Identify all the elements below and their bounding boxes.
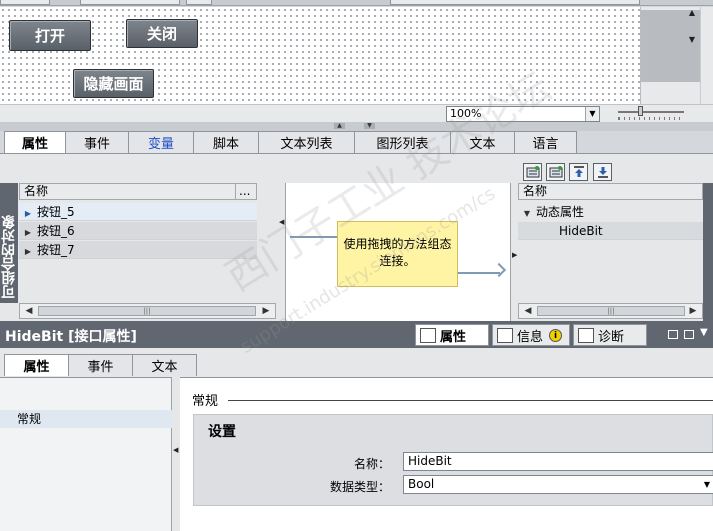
tree-item-dynamic-properties[interactable]: ▼ 动态属性 xyxy=(518,203,703,221)
scroll-right-icon[interactable]: ▶ xyxy=(259,305,273,317)
tab-scripts[interactable]: 脚本 xyxy=(193,131,259,153)
collapse-up-icon[interactable]: ▲ xyxy=(334,123,345,129)
inspector-title: HideBit [接口属性] xyxy=(5,329,137,345)
inspector-nav: 常规 xyxy=(0,377,172,531)
right-grid-header[interactable]: 名称 xyxy=(518,183,703,200)
info-badge-icon: i xyxy=(549,328,563,342)
list-item[interactable]: ▶ 按钮_7 xyxy=(19,241,257,259)
tab-inspector-properties[interactable]: 属性 xyxy=(415,324,489,346)
toolbar-button[interactable] xyxy=(0,0,50,5)
zoom-row: 100% ▼ xyxy=(0,104,713,122)
properties-icon xyxy=(420,327,436,343)
tab-inspector-diagnostics[interactable]: 诊断 xyxy=(573,324,647,346)
tree-item-hidebit[interactable]: HideBit xyxy=(518,222,703,240)
tab-texts[interactable]: 文本 xyxy=(450,131,515,153)
scroll-thumb[interactable]: ||| xyxy=(38,306,256,316)
collapse-icon[interactable]: ▼ xyxy=(518,205,536,223)
zoom-value: 100% xyxy=(450,107,482,120)
hide-screen-button[interactable]: 隐藏画面 xyxy=(73,69,154,98)
settings-group: 设置 名称： HideBit 数据类型： Bool ▼ xyxy=(193,414,713,506)
canvas-vertical-scrollbar[interactable]: ▲ ▼ xyxy=(640,7,701,104)
tab-tags[interactable]: 变量 xyxy=(128,131,194,153)
info-tab-icon xyxy=(497,327,513,343)
nav-item-general[interactable]: 常规 xyxy=(0,410,172,428)
pane-arrow-icon[interactable]: ◀ xyxy=(173,446,179,454)
tab-properties[interactable]: 属性 xyxy=(4,131,66,153)
zoom-slider-handle[interactable] xyxy=(638,106,643,116)
expand-icon[interactable]: ▶ xyxy=(19,205,37,223)
left-grid-header[interactable]: 名称 xyxy=(19,183,255,200)
inspector-content: 常规 设置 名称： HideBit 数据类型： Bool ▼ xyxy=(180,377,713,531)
scroll-thumb[interactable] xyxy=(641,10,701,82)
panel-layout-icon[interactable] xyxy=(684,330,694,339)
scroll-down-icon[interactable]: ▼ xyxy=(685,34,699,46)
scroll-right-icon[interactable]: ▶ xyxy=(686,305,700,317)
connection-canvas[interactable]: 使用拖拽的方法组态连接。 xyxy=(285,183,511,321)
name-column-header: 名称 xyxy=(523,184,548,198)
tab-text-lists[interactable]: 文本列表 xyxy=(258,131,355,153)
chevron-down-icon[interactable]: ▼ xyxy=(585,107,599,121)
design-canvas[interactable]: 打开 关闭 隐藏画面 xyxy=(0,7,640,104)
tab-events[interactable]: 事件 xyxy=(65,131,129,153)
editor-tabbar: 属性 事件 变量 脚本 文本列表 图形列表 文本 语言 xyxy=(4,131,577,153)
expand-icon[interactable]: ▶ xyxy=(19,243,37,261)
move-down-icon[interactable] xyxy=(593,163,612,181)
tab-inspector-info[interactable]: 信息 i xyxy=(492,324,570,346)
close-button[interactable]: 关闭 xyxy=(126,19,198,48)
composable-objects-label: 可组合的对象 xyxy=(0,183,18,303)
name-label: 名称： xyxy=(353,457,390,471)
tab-graphic-lists[interactable]: 图形列表 xyxy=(354,131,451,153)
connector-arrow-icon xyxy=(491,262,507,278)
panel-menu-icon[interactable]: ▼ xyxy=(700,327,708,338)
open-button[interactable]: 打开 xyxy=(9,20,91,51)
section-divider xyxy=(228,400,713,401)
zoom-slider-ticks xyxy=(618,117,684,120)
column-options-button[interactable]: ... xyxy=(235,183,257,200)
scroll-left-icon[interactable]: ◀ xyxy=(521,305,535,317)
settings-title: 设置 xyxy=(208,424,236,440)
data-type-select[interactable]: Bool ▼ xyxy=(403,475,713,494)
scroll-left-icon[interactable]: ◀ xyxy=(22,305,36,317)
subtab-texts[interactable]: 文本 xyxy=(132,354,197,376)
toolbar-strip xyxy=(0,0,713,6)
subtab-events[interactable]: 事件 xyxy=(68,354,133,376)
right-side-strip xyxy=(703,183,713,321)
list-item[interactable]: ▶ 按钮_6 xyxy=(19,222,257,240)
toolbar-group[interactable] xyxy=(390,0,640,5)
drag-hint-note: 使用拖拽的方法组态连接。 xyxy=(337,221,458,287)
name-column-header: 名称 xyxy=(24,184,49,198)
name-field[interactable]: HideBit xyxy=(403,452,713,471)
inspector-title-bar: HideBit [接口属性] 属性 信息 i 诊断 ▼ xyxy=(0,321,713,348)
collapse-down-icon[interactable]: ▼ xyxy=(364,123,375,129)
left-horizontal-scrollbar[interactable]: ◀ ||| ▶ xyxy=(19,303,276,319)
scroll-thumb[interactable]: ||| xyxy=(537,306,685,316)
move-up-icon[interactable] xyxy=(569,163,588,181)
subtab-properties[interactable]: 属性 xyxy=(4,354,69,376)
diagnostics-icon xyxy=(578,327,594,343)
toolbar-dropdown[interactable] xyxy=(80,0,180,5)
expand-icon[interactable]: ▶ xyxy=(19,224,37,242)
add-event-icon[interactable] xyxy=(546,163,565,181)
zoom-select[interactable]: 100% ▼ xyxy=(446,106,600,122)
right-edge-panel xyxy=(700,7,713,104)
right-horizontal-scrollbar[interactable]: ◀ ||| ▶ xyxy=(518,303,703,319)
zoom-slider[interactable] xyxy=(618,106,684,120)
restore-icon[interactable] xyxy=(668,330,678,339)
connector-line xyxy=(290,236,338,238)
list-item[interactable]: ▶ 按钮_5 xyxy=(19,203,257,221)
scroll-up-icon[interactable]: ▲ xyxy=(685,7,699,19)
data-type-label: 数据类型： xyxy=(329,480,390,494)
inspector-subtabbar: 属性 事件 文本 xyxy=(4,354,197,376)
section-title: 常规 xyxy=(192,394,219,409)
panel-splitter[interactable]: ▲ ▼ xyxy=(0,122,713,131)
tab-languages[interactable]: 语言 xyxy=(514,131,577,153)
add-property-icon[interactable] xyxy=(523,163,542,181)
chevron-down-icon[interactable]: ▼ xyxy=(700,476,713,493)
toolbar-button[interactable] xyxy=(186,0,212,5)
